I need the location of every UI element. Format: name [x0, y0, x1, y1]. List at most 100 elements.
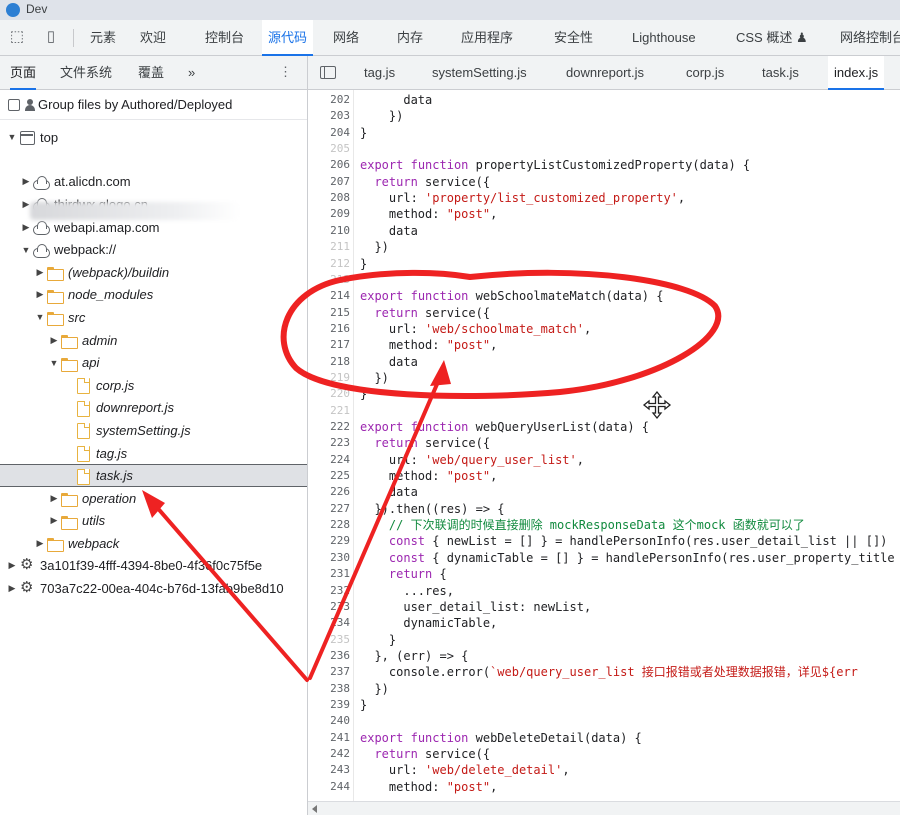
line-number: 210 — [330, 223, 350, 237]
tree-item[interactable]: corp.js — [0, 374, 307, 397]
tree-item[interactable]: task.js — [0, 464, 307, 487]
navigator-tab-2[interactable]: 覆盖 — [138, 56, 164, 90]
tree-item-label: operation — [82, 490, 137, 506]
tab-4[interactable]: 网络 — [333, 20, 359, 56]
collapsed-arrow-icon[interactable]: ▶ — [34, 538, 46, 549]
collapsed-arrow-icon[interactable]: ▶ — [6, 560, 18, 571]
code-line: 227 }).then((res) => { — [308, 501, 900, 517]
tree-item-label: systemSetting.js — [96, 422, 191, 438]
navigator-tab-1[interactable]: 文件系统 — [60, 56, 112, 90]
collapsed-arrow-icon[interactable]: ▶ — [48, 515, 60, 526]
tab-9[interactable]: CSS 概述 ♟ — [736, 20, 808, 56]
tree-item[interactable]: systemSetting.js — [0, 419, 307, 442]
collapsed-arrow-icon[interactable]: ▶ — [20, 176, 32, 187]
inspect-element-icon[interactable]: ⬚ — [8, 29, 26, 45]
tree-item[interactable]: ▶ 3a101f39-4fff-4394-8be0-4f36f0c75f5e — [0, 555, 307, 578]
device-toolbar-icon[interactable]: ▯ — [42, 29, 60, 45]
collapsed-arrow-icon[interactable]: ▶ — [34, 267, 46, 278]
expanded-arrow-icon[interactable]: ▼ — [34, 312, 46, 322]
gear-icon — [18, 557, 36, 574]
navigator-tab-0[interactable]: 页面 — [10, 56, 37, 90]
expanded-arrow-icon[interactable]: ▼ — [20, 245, 32, 255]
scroll-left-arrow-icon[interactable] — [312, 805, 317, 813]
tree-item[interactable]: tag.js — [0, 442, 307, 465]
collapsed-arrow-icon[interactable]: ▶ — [48, 493, 60, 504]
line-number: 218 — [330, 354, 350, 368]
line-number: 214 — [330, 289, 350, 303]
collapsed-arrow-icon[interactable]: ▶ — [20, 222, 32, 233]
code-line: 231 return { — [308, 566, 900, 582]
file-tab-5[interactable]: index.js — [828, 56, 885, 90]
code-text: // 下次联调的时候直接删除 mockResponseData 这个mock 函… — [388, 518, 805, 533]
code-text: } — [360, 256, 368, 271]
code-text: data — [360, 485, 418, 500]
tree-item[interactable]: downreport.js — [0, 397, 307, 420]
code-line: 207 return service({ — [308, 174, 900, 190]
tree-item[interactable]: ▶ 703a7c22-00ea-404c-b76d-13fab9be8d10 — [0, 577, 307, 600]
line-number: 217 — [330, 338, 350, 352]
person-icon — [25, 98, 35, 111]
toolbar-divider — [73, 29, 74, 47]
tree-item[interactable]: ▶ operation — [0, 487, 307, 510]
tree-item-label: 3a101f39-4fff-4394-8be0-4f36f0c75f5e — [40, 558, 263, 574]
tree-item-label: corp.js — [96, 377, 135, 393]
more-options-icon[interactable]: ⋮ — [279, 56, 293, 88]
code-line: 204} — [308, 125, 900, 141]
code-line: 241 export function webDeleteDetail(data)… — [308, 730, 900, 746]
tree-item[interactable]: ▶ node_modules — [0, 284, 307, 307]
code-text: } — [360, 697, 368, 712]
group-files-label: Group files by Authored/Deployed — [38, 97, 233, 112]
tree-item[interactable]: ▶ webpack — [0, 532, 307, 555]
devtools-main-toolbar: ⬚ ▯ 元素 欢迎 控制台 源代码 网络 内存 应用程序 安全性 Lighthouse CSS 概… — [0, 20, 900, 56]
code-text: method: "post", — [360, 338, 498, 353]
tab-8[interactable]: Lighthouse — [632, 20, 696, 56]
code-text: export function webSchoolmateMatch(data)… — [360, 289, 664, 304]
expanded-arrow-icon[interactable]: ▼ — [48, 358, 60, 368]
file-tab-2[interactable]: downreport.js — [566, 56, 644, 90]
tree-item[interactable]: ▼ webpack:// — [0, 238, 307, 261]
tree-item[interactable]: ▶ (webpack)/buildin — [0, 261, 307, 284]
file-tree: ▼top▶at.alicdn.com▶thirdwx.qlogo.cn▶weba… — [0, 120, 307, 600]
line-number: 238 — [330, 681, 350, 695]
tree-item[interactable]: ▶ utils — [0, 510, 307, 533]
code-text: export function webQueryUserList(data) { — [360, 420, 650, 434]
cloud-icon — [32, 219, 50, 236]
code-line: 223 return service({ — [308, 435, 900, 451]
tree-item[interactable]: ▼ src — [0, 306, 307, 329]
horizontal-scrollbar[interactable] — [308, 801, 900, 815]
expanded-arrow-icon[interactable]: ▼ — [6, 132, 18, 142]
collapsed-arrow-icon[interactable]: ▶ — [48, 335, 60, 346]
tree-item[interactable]: ▶ admin — [0, 329, 307, 352]
collapsed-arrow-icon[interactable]: ▶ — [6, 583, 18, 594]
tab-5[interactable]: 内存 — [397, 20, 423, 56]
tab-2[interactable]: 控制台 — [205, 20, 244, 56]
file-tab-3[interactable]: corp.js — [686, 56, 724, 90]
tab-10[interactable]: 网络控制台 — [840, 20, 900, 56]
line-number: 239 — [330, 697, 350, 711]
tree-item[interactable]: ▼ top — [0, 126, 307, 149]
line-number: 211 — [330, 240, 350, 254]
file-icon — [74, 400, 92, 417]
file-tab-4[interactable]: task.js — [762, 56, 799, 90]
file-tab-0[interactable]: tag.js — [364, 56, 395, 90]
line-number: 226 — [330, 485, 350, 499]
tab-7[interactable]: 安全性 — [554, 20, 593, 56]
file-tab-1[interactable]: systemSetting.js — [432, 56, 527, 90]
tree-item[interactable]: ▶ at.alicdn.com — [0, 171, 307, 194]
tab-3[interactable]: 源代码 — [262, 20, 314, 56]
code-line: 234 dynamicTable, — [308, 615, 900, 631]
toggle-navigator-icon[interactable] — [320, 66, 336, 79]
code-text: dynamicTable, — [360, 616, 498, 631]
tree-item[interactable]: ▼ api — [0, 351, 307, 374]
group-files-checkbox[interactable] — [8, 98, 20, 111]
tab-0[interactable]: 元素 — [90, 20, 116, 56]
tab-6[interactable]: 应用程序 — [461, 20, 513, 56]
tab-1[interactable]: 欢迎 — [140, 20, 166, 56]
collapsed-arrow-icon[interactable]: ▶ — [34, 289, 46, 300]
code-view[interactable]: 202 data 203 }) 204} 205 206 export function … — [308, 90, 900, 801]
line-number: 234 — [330, 616, 350, 630]
navigator-tab-3[interactable]: » — [188, 56, 195, 90]
line-number: 227 — [330, 501, 350, 515]
group-files-option[interactable]: Group files by Authored/Deployed — [0, 90, 307, 120]
code-text: }).then((res) => { — [360, 501, 505, 516]
